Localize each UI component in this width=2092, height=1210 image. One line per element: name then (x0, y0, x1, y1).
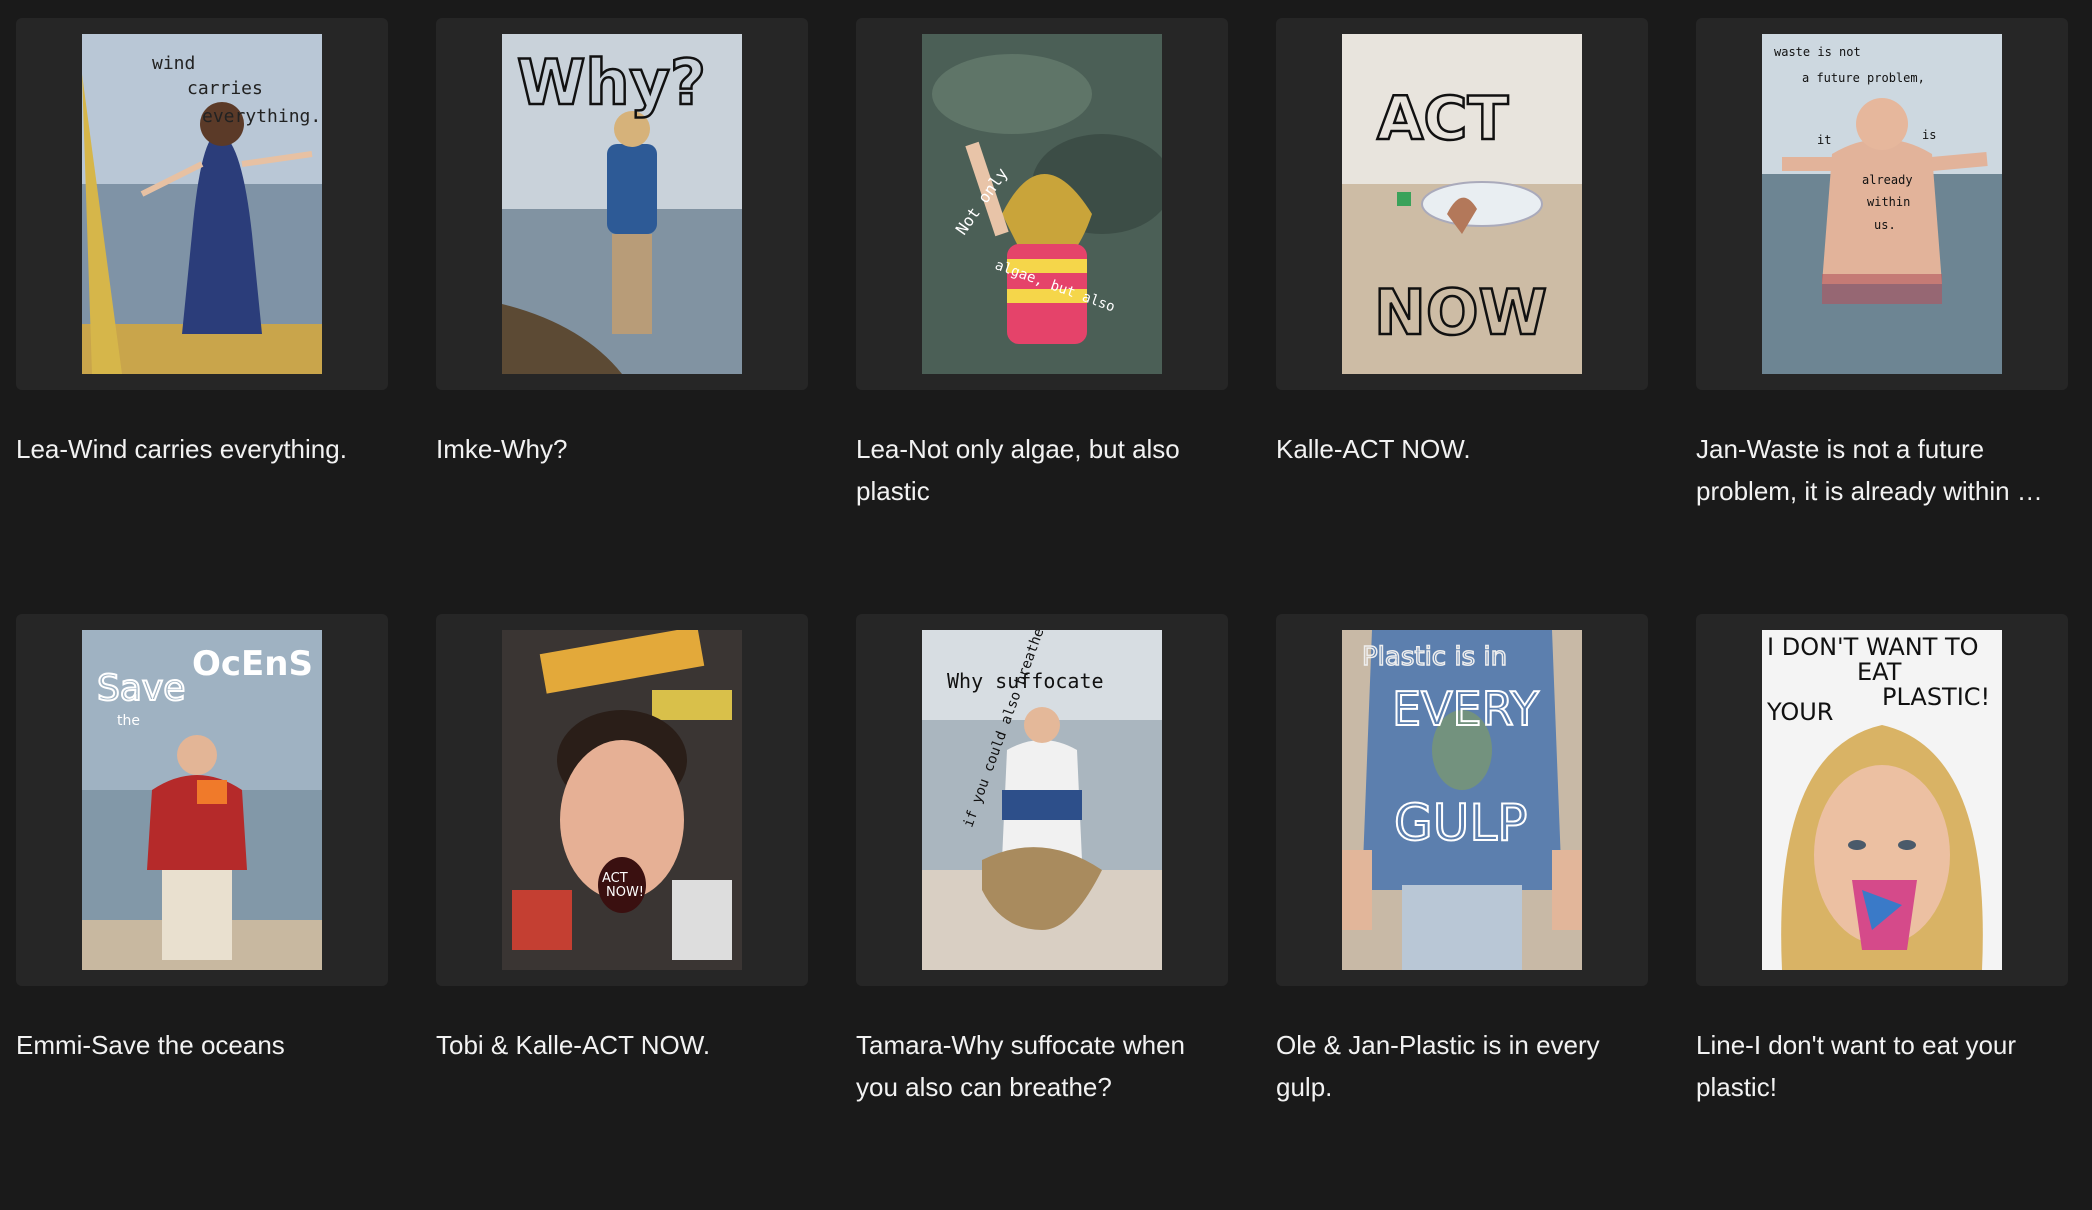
poster-image: Not only algae, but also (922, 34, 1162, 374)
poster-thumbnail[interactable]: ACT NOW (1276, 18, 1648, 390)
poster-text: already (1862, 173, 1913, 187)
poster-thumbnail[interactable]: Not only algae, but also (856, 18, 1228, 390)
poster-thumbnail[interactable]: Plastic is in EVERY GULP (1276, 614, 1648, 986)
poster-title[interactable]: Tamara-Why suffocate when you also can b… (856, 1024, 1228, 1108)
poster-text: ACT (602, 871, 628, 886)
poster-title[interactable]: Emmi-Save the oceans (16, 1024, 388, 1066)
poster-text: EVERY (1392, 682, 1540, 736)
gallery-card: Not only algae, but also Lea-Not only al… (856, 18, 1228, 614)
gallery-card: I DON'T WANT TO EAT YOUR PLASTIC! Line-I… (1696, 614, 2068, 1210)
poster-title[interactable]: Imke-Why? (436, 428, 808, 470)
poster-image: waste is not a future problem, it is alr… (1762, 34, 2002, 374)
poster-text: NOW (1374, 276, 1547, 349)
gallery-card: ACT NOW! Tobi & Kalle-ACT NOW. (436, 614, 808, 1210)
poster-text: wind (152, 53, 195, 74)
poster-thumbnail[interactable]: Why suffocate if you could also breathe? (856, 614, 1228, 986)
poster-title[interactable]: Lea-Not only algae, but also plastic (856, 428, 1228, 512)
gallery-card: Why suffocate if you could also breathe?… (856, 614, 1228, 1210)
poster-image: Save the OcEnS (82, 630, 322, 970)
poster-image: Why? (502, 34, 742, 374)
poster-text: us. (1874, 218, 1896, 232)
poster-title[interactable]: Jan-Waste is not a future problem, it is… (1696, 428, 2068, 512)
gallery-card: wind carries everything. Lea-Wind carrie… (16, 18, 388, 614)
poster-title[interactable]: Kalle-ACT NOW. (1276, 428, 1648, 470)
poster-text: OcEnS (192, 644, 313, 684)
gallery-card: ACT NOW Kalle-ACT NOW. (1276, 18, 1648, 614)
poster-image: I DON'T WANT TO EAT YOUR PLASTIC! (1762, 630, 2002, 970)
poster-text: YOUR (1766, 698, 1833, 726)
poster-image: wind carries everything. (82, 34, 322, 374)
poster-text: a future problem, (1802, 71, 1925, 85)
poster-title[interactable]: Lea-Wind carries everything. (16, 428, 388, 470)
poster-thumbnail[interactable]: Why? (436, 18, 808, 390)
poster-text: Plastic is in (1362, 642, 1507, 672)
poster-image: Plastic is in EVERY GULP (1342, 630, 1582, 970)
poster-text: Why? (517, 46, 706, 119)
poster-text: waste is not (1774, 45, 1861, 59)
poster-title[interactable]: Tobi & Kalle-ACT NOW. (436, 1024, 808, 1066)
poster-text: Save (97, 668, 185, 709)
poster-image: Why suffocate if you could also breathe? (922, 630, 1162, 970)
poster-text: ACT (1377, 84, 1508, 154)
poster-text: EAT (1857, 658, 1902, 686)
poster-thumbnail[interactable]: wind carries everything. (16, 18, 388, 390)
poster-title[interactable]: Ole & Jan-Plastic is in every gulp. (1276, 1024, 1648, 1108)
poster-image: ACT NOW (1342, 34, 1582, 374)
gallery-card: waste is not a future problem, it is alr… (1696, 18, 2068, 614)
poster-text: GULP (1394, 794, 1527, 852)
poster-text: everything. (202, 106, 321, 127)
poster-text: I DON'T WANT TO (1767, 633, 1979, 661)
poster-thumbnail[interactable]: ACT NOW! (436, 614, 808, 986)
gallery-card: Why? Imke-Why? (436, 18, 808, 614)
poster-text: carries (187, 78, 263, 99)
poster-text: PLASTIC! (1882, 683, 1990, 711)
poster-gallery: wind carries everything. Lea-Wind carrie… (0, 0, 2092, 1210)
poster-text: it (1817, 133, 1831, 147)
poster-thumbnail[interactable]: I DON'T WANT TO EAT YOUR PLASTIC! (1696, 614, 2068, 986)
poster-text: the (117, 713, 140, 729)
gallery-card: Save the OcEnS Emmi-Save the oceans (16, 614, 388, 1210)
poster-thumbnail[interactable]: waste is not a future problem, it is alr… (1696, 18, 2068, 390)
poster-image: ACT NOW! (502, 630, 742, 970)
poster-text: NOW! (606, 885, 644, 900)
poster-text: within (1867, 195, 1910, 209)
gallery-card: Plastic is in EVERY GULP Ole & Jan-Plast… (1276, 614, 1648, 1210)
poster-text: is (1922, 128, 1936, 142)
poster-thumbnail[interactable]: Save the OcEnS (16, 614, 388, 986)
poster-title[interactable]: Line-I don't want to eat your plastic! (1696, 1024, 2068, 1108)
